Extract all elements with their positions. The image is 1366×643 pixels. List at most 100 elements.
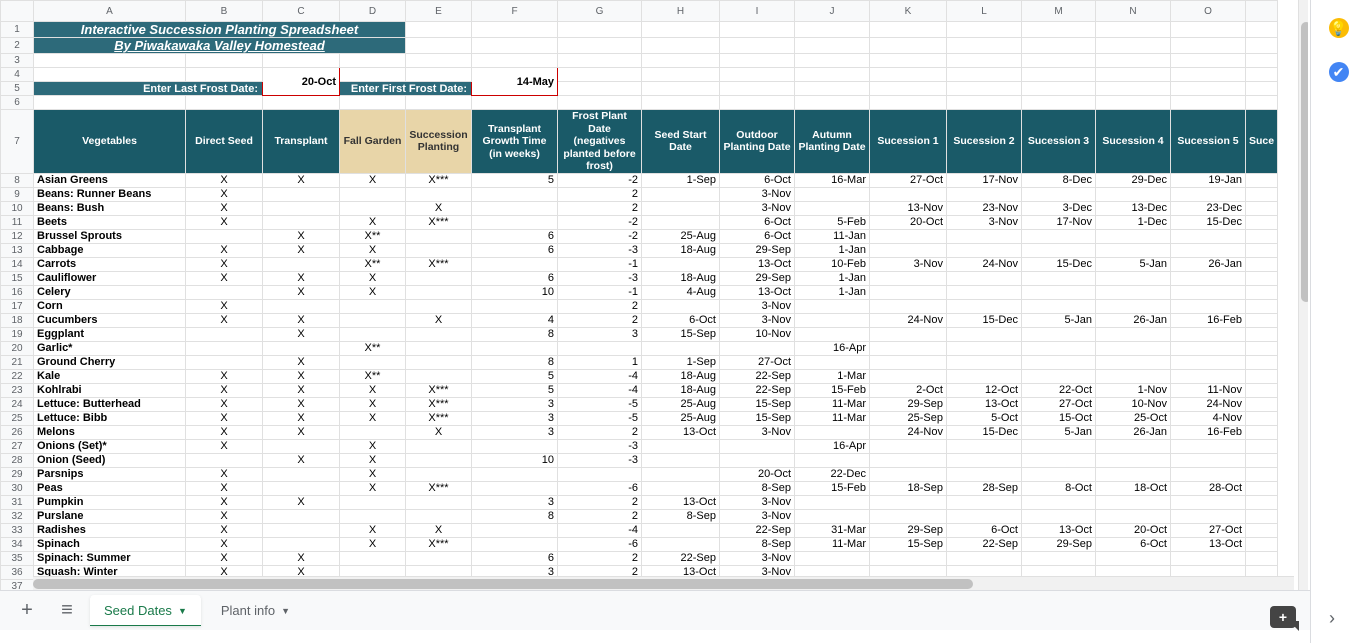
table-row[interactable]: 24Lettuce: ButterheadXXXX***3-525-Aug15-…	[1, 397, 1278, 411]
first-frost-input[interactable]: 14-May	[472, 68, 558, 96]
cell[interactable]	[406, 285, 472, 299]
cell[interactable]: 18-Sep	[870, 481, 947, 495]
cell[interactable]	[1246, 243, 1278, 257]
col-header[interactable]	[1246, 1, 1278, 22]
cell[interactable]: -1	[558, 257, 642, 271]
cell[interactable]: 10-Nov	[1096, 397, 1171, 411]
cell[interactable]: 8-Sep	[720, 481, 795, 495]
cell[interactable]	[263, 187, 340, 201]
cell[interactable]: 26-Jan	[1171, 257, 1246, 271]
cell[interactable]: 20-Oct	[720, 467, 795, 481]
cell[interactable]	[186, 453, 263, 467]
cell[interactable]	[1246, 537, 1278, 551]
cell[interactable]	[1096, 467, 1171, 481]
table-row[interactable]: 16CeleryXX10-14-Aug13-Oct1-Jan	[1, 285, 1278, 299]
cell[interactable]	[870, 327, 947, 341]
cell[interactable]	[406, 467, 472, 481]
table-row[interactable]: 18CucumbersXXX426-Oct3-Nov24-Nov15-Dec5-…	[1, 313, 1278, 327]
cell[interactable]: -4	[558, 383, 642, 397]
row-header[interactable]: 31	[1, 495, 34, 509]
cell[interactable]: X	[186, 467, 263, 481]
cell[interactable]	[406, 299, 472, 313]
cell[interactable]	[406, 495, 472, 509]
cell[interactable]	[1022, 187, 1096, 201]
table-row[interactable]: 8Asian GreensXXXX***5-21-Sep6-Oct16-Mar2…	[1, 173, 1278, 187]
cell[interactable]: 5-Jan	[1096, 257, 1171, 271]
cell[interactable]: 8-Oct	[1022, 481, 1096, 495]
cell[interactable]: 1-Jan	[795, 285, 870, 299]
cell[interactable]: 27-Oct	[1171, 523, 1246, 537]
cell[interactable]	[263, 299, 340, 313]
cell[interactable]: -2	[558, 215, 642, 229]
cell[interactable]: X	[340, 453, 406, 467]
table-row[interactable]: 21Ground CherryX811-Sep27-Oct	[1, 355, 1278, 369]
cell[interactable]: X	[186, 271, 263, 285]
row-header[interactable]: 13	[1, 243, 34, 257]
cell[interactable]	[406, 271, 472, 285]
cell[interactable]: 1-Sep	[642, 355, 720, 369]
cell[interactable]	[870, 439, 947, 453]
cell[interactable]	[1171, 495, 1246, 509]
cell[interactable]: 16-Feb	[1171, 313, 1246, 327]
select-all-corner[interactable]	[1, 1, 34, 22]
cell[interactable]	[947, 495, 1022, 509]
cell[interactable]	[1022, 509, 1096, 523]
cell-veg[interactable]: Purslane	[34, 509, 186, 523]
add-sheet-button[interactable]: +	[10, 594, 44, 628]
cell[interactable]: 17-Nov	[1022, 215, 1096, 229]
cell[interactable]: 25-Sep	[870, 411, 947, 425]
cell[interactable]	[1246, 495, 1278, 509]
cell[interactable]: X	[186, 411, 263, 425]
cell[interactable]	[642, 523, 720, 537]
cell[interactable]: X***	[406, 383, 472, 397]
row-header[interactable]: 15	[1, 271, 34, 285]
cell[interactable]	[1246, 453, 1278, 467]
table-row[interactable]: 32PurslaneX828-Sep3-Nov	[1, 509, 1278, 523]
cell[interactable]	[406, 551, 472, 565]
cell[interactable]: -2	[558, 229, 642, 243]
cell[interactable]	[1096, 187, 1171, 201]
cell[interactable]: X	[263, 425, 340, 439]
cell[interactable]: 15-Sep	[870, 537, 947, 551]
cell[interactable]	[1022, 453, 1096, 467]
cell[interactable]: 27-Oct	[720, 355, 795, 369]
cell[interactable]: 1-Mar	[795, 369, 870, 383]
cell[interactable]: 18-Oct	[1096, 481, 1171, 495]
cell[interactable]	[1022, 243, 1096, 257]
vertical-scrollbar[interactable]	[1298, 0, 1308, 590]
cell[interactable]: X***	[406, 215, 472, 229]
cell[interactable]	[947, 509, 1022, 523]
cell[interactable]: X	[263, 551, 340, 565]
cell[interactable]: 6	[472, 243, 558, 257]
cell[interactable]: 22-Dec	[795, 467, 870, 481]
cell[interactable]: X	[186, 173, 263, 187]
row-header[interactable]: 37	[1, 579, 34, 590]
cell-veg[interactable]: Eggplant	[34, 327, 186, 341]
cell[interactable]: X	[340, 537, 406, 551]
explore-button[interactable]: +	[1270, 606, 1296, 628]
cell[interactable]: 5-Feb	[795, 215, 870, 229]
cell[interactable]: 1-Sep	[642, 173, 720, 187]
cell[interactable]: X	[263, 411, 340, 425]
cell[interactable]: X	[263, 243, 340, 257]
cell[interactable]	[870, 495, 947, 509]
cell[interactable]	[472, 201, 558, 215]
cell[interactable]	[870, 229, 947, 243]
cell[interactable]: -3	[558, 243, 642, 257]
cell-veg[interactable]: Beans: Bush	[34, 201, 186, 215]
cell[interactable]	[1246, 299, 1278, 313]
table-row[interactable]: 20Garlic*X**16-Apr	[1, 341, 1278, 355]
cell[interactable]	[340, 313, 406, 327]
col-header[interactable]: C	[263, 1, 340, 22]
cell[interactable]: 22-Sep	[720, 523, 795, 537]
cell-veg[interactable]: Carrots	[34, 257, 186, 271]
cell[interactable]	[1171, 355, 1246, 369]
cell[interactable]	[642, 481, 720, 495]
cell[interactable]	[1096, 551, 1171, 565]
cell[interactable]: 29-Sep	[870, 523, 947, 537]
row-header[interactable]: 27	[1, 439, 34, 453]
cell[interactable]	[720, 439, 795, 453]
cell-veg[interactable]: Beets	[34, 215, 186, 229]
cell[interactable]	[870, 453, 947, 467]
cell[interactable]	[947, 551, 1022, 565]
